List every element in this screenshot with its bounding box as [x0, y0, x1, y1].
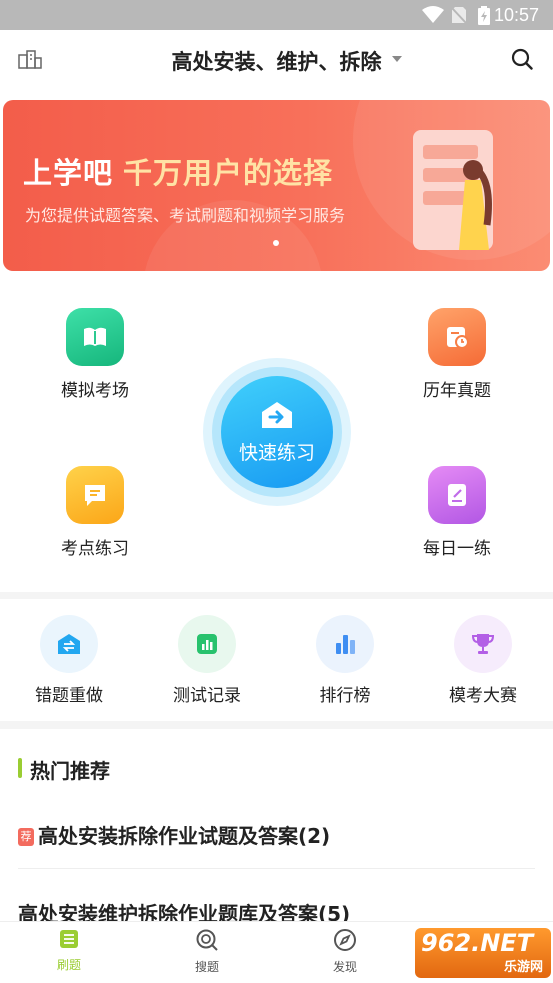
tab-search[interactable]: 搜题 [167, 928, 247, 975]
mock-contest-button[interactable]: 模考大赛 [428, 615, 538, 706]
ranking-button[interactable]: 排行榜 [290, 615, 400, 706]
tab-practice[interactable]: 刷题 [29, 928, 109, 973]
battery-icon [478, 6, 490, 25]
section-accent-bar [18, 758, 22, 778]
banner-title-highlight: 千万用户的选择 [123, 156, 334, 190]
notebook-pen-icon [428, 466, 486, 524]
banner-section: 上学吧 千万用户的选择 为您提供试题答案、考试刷题和视频学习服务 [0, 90, 553, 290]
banner-title-brand: 上学吧 [23, 156, 114, 190]
home-arrow-icon [262, 402, 292, 428]
subject-title[interactable]: 高处安装、维护、拆除 [0, 46, 553, 76]
history-doc-icon [428, 308, 486, 366]
list-item-title: 高处安装拆除作业试题及答案(2) [38, 824, 331, 848]
chat-note-icon [66, 466, 124, 524]
test-record-button[interactable]: 测试记录 [152, 615, 262, 706]
search-icon[interactable] [511, 48, 533, 70]
tab-discover[interactable]: 发现 [305, 928, 385, 975]
list-item[interactable]: 荐高处安装拆除作业试题及答案(2) [18, 820, 330, 849]
list-icon [60, 930, 78, 948]
chevron-down-icon[interactable] [392, 56, 402, 62]
redo-icon [40, 615, 98, 673]
status-bar: 10:57 [0, 0, 553, 30]
recommend-badge: 荐 [18, 828, 34, 846]
daily-practice-button[interactable]: 每日一练 [402, 466, 512, 559]
promo-banner[interactable]: 上学吧 千万用户的选择 为您提供试题答案、考试刷题和视频学习服务 [3, 100, 550, 271]
hot-recommend-title: 热门推荐 [30, 759, 110, 783]
compass-icon [334, 929, 356, 951]
point-practice-label: 考点练习 [61, 539, 129, 559]
test-record-label: 测试记录 [173, 686, 241, 706]
carousel-indicator [273, 240, 279, 246]
secondary-feature-grid: 错题重做 测试记录 排行榜 模考大赛 [0, 599, 553, 721]
past-exams-label: 历年真题 [423, 381, 491, 401]
wifi-icon [422, 6, 444, 23]
daily-practice-label: 每日一练 [423, 539, 491, 559]
divider [18, 868, 535, 869]
banner-subtitle: 为您提供试题答案、考试刷题和视频学习服务 [25, 206, 346, 225]
mock-exam-label: 模拟考场 [61, 381, 129, 401]
banner-title: 上学吧 千万用户的选择 [23, 150, 333, 192]
book-icon [66, 308, 124, 366]
watermark-domain: 962.NET [421, 929, 534, 957]
quick-practice-button[interactable]: 快速练习 [203, 358, 351, 506]
app-header: 高处安装、维护、拆除 [0, 30, 553, 90]
status-time: 10:57 [493, 5, 539, 25]
trophy-icon [454, 615, 512, 673]
past-exams-button[interactable]: 历年真题 [402, 308, 512, 401]
main-feature-grid: 模拟考场 历年真题 快速练习 考点练习 每日一练 [0, 290, 553, 592]
tab-search-label: 搜题 [194, 960, 219, 974]
bar-chart-icon [316, 615, 374, 673]
mock-contest-label: 模考大赛 [449, 686, 517, 706]
mock-exam-button[interactable]: 模拟考场 [40, 308, 150, 401]
no-sim-icon [451, 7, 467, 24]
wrong-redo-label: 错题重做 [35, 686, 103, 706]
quick-practice-label: 快速练习 [238, 442, 315, 464]
tab-discover-label: 发现 [332, 960, 357, 974]
watermark-name: 乐游网 [503, 960, 543, 975]
hot-recommend-section: 热门推荐 荐高处安装拆除作业试题及答案(2) 高处安装维护拆除作业题库及答案(5… [0, 729, 553, 929]
wrong-redo-button[interactable]: 错题重做 [14, 615, 124, 706]
site-watermark: 962.NET 乐游网 [415, 928, 551, 978]
search-question-icon [196, 929, 218, 951]
chart-record-icon [178, 615, 236, 673]
point-practice-button[interactable]: 考点练习 [40, 466, 150, 559]
tab-practice-label: 刷题 [56, 958, 81, 972]
quick-practice-core [221, 376, 333, 488]
ranking-label: 排行榜 [319, 686, 371, 706]
